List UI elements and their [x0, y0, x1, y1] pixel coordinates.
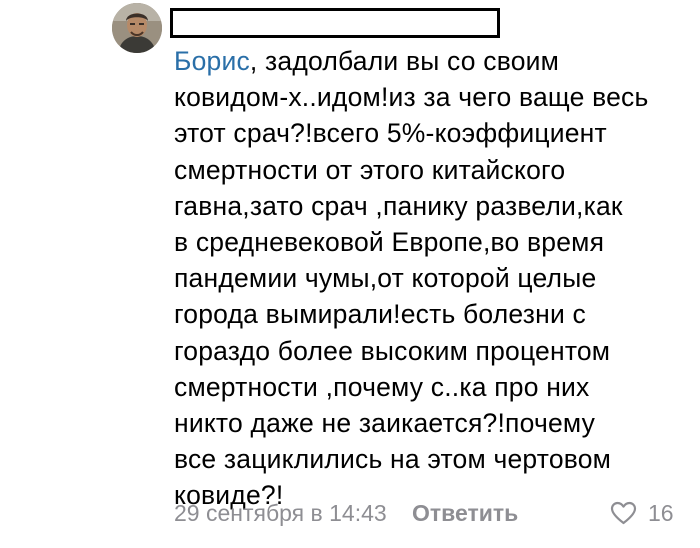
comment-line: ковидом-х..идом!из за чего ваще весь [174, 82, 649, 113]
comment-line: в средневековой Европе,во время [174, 226, 605, 257]
reply-button[interactable]: Ответить [412, 496, 518, 530]
user-avatar-icon [112, 3, 162, 53]
comment: Борис, задолбали вы со своим ковидом-х..… [0, 0, 700, 548]
comment-line: никто даже не заикается?!почему [174, 407, 596, 438]
mention-link[interactable]: Борис [174, 46, 250, 76]
comment-line: гавна,зато срач ,панику развели,как [174, 190, 623, 221]
author-name-redacted[interactable] [170, 8, 500, 38]
comment-line: смертности от этого китайского [174, 154, 566, 185]
comment-footer: 29 сентября в 14:43 Ответить 16 [174, 496, 684, 530]
comment-line: этот срач?!всего 5%-коэффициент [174, 118, 607, 149]
comment-line-text: , задолбали вы со своим [249, 46, 560, 76]
comment-line: Борис, задолбали вы со своим [174, 43, 689, 79]
comment-line: все зациклились на этом чертовом [174, 444, 612, 475]
avatar[interactable] [112, 3, 162, 53]
comment-line: смертности ,почему с..ка про них [174, 371, 590, 402]
like-button[interactable]: 16 [610, 496, 684, 530]
heart-icon [610, 501, 637, 525]
comment-line: гораздо более высоким процентом [174, 335, 611, 366]
comment-line: города вымирали!есть болезни с [174, 299, 586, 330]
comment-line: пандемии чумы,от которой целые [174, 263, 597, 294]
comment-text: Борис, задолбали вы со своим ковидом-х..… [174, 43, 689, 513]
like-count: 16 [648, 500, 674, 526]
comment-timestamp: 29 сентября в 14:43 [174, 500, 387, 526]
